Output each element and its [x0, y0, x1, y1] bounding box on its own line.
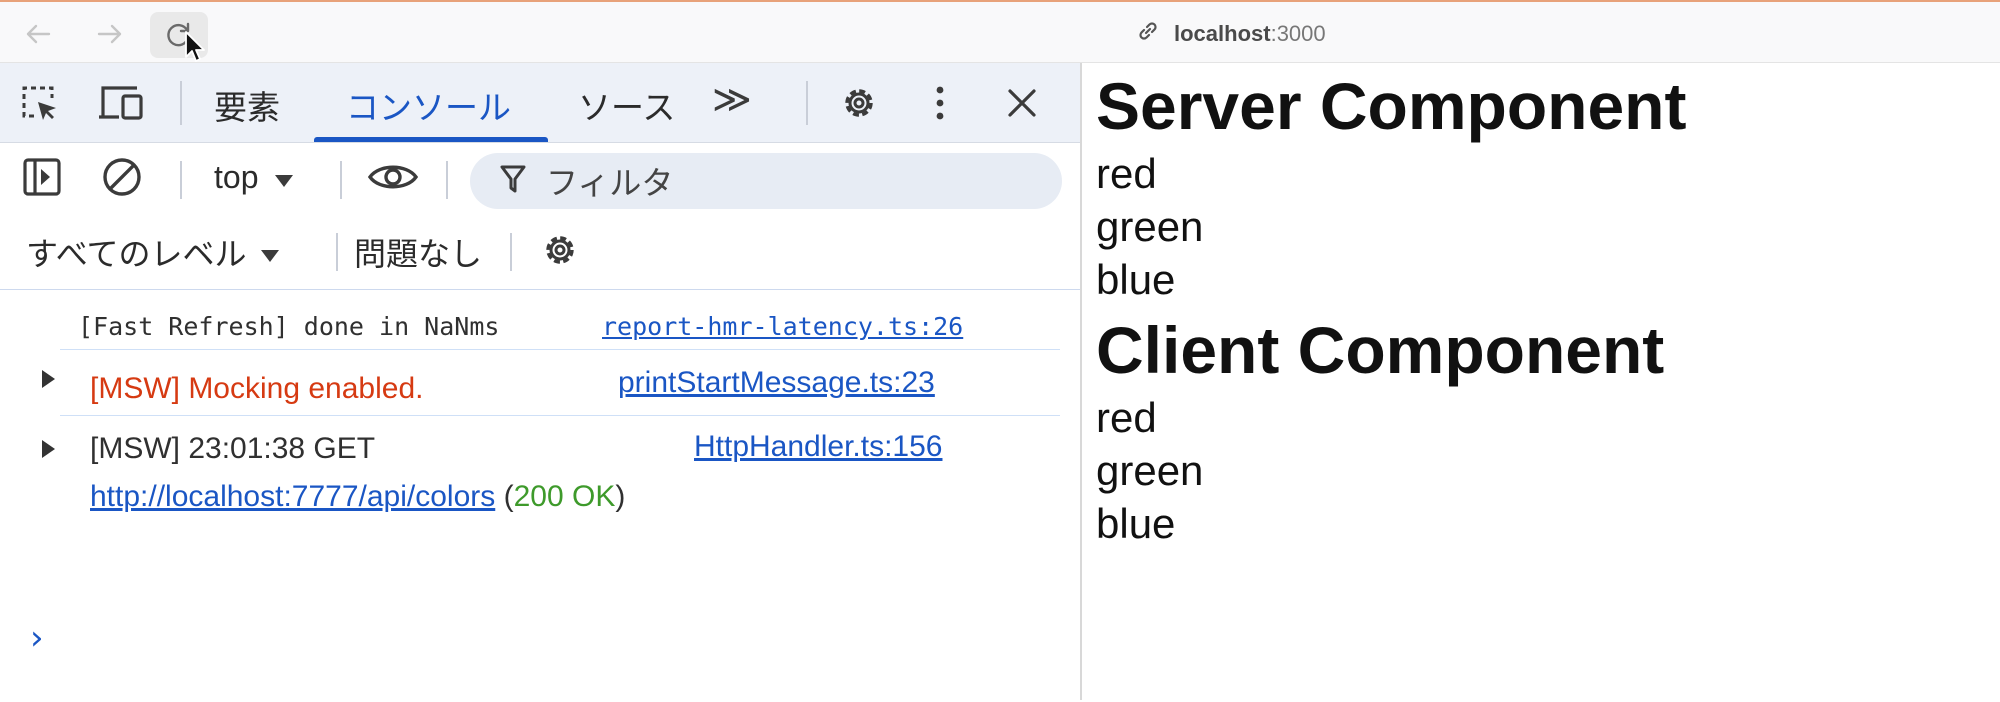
console-message: [MSW] Mocking enabled. printStartMessage… — [60, 350, 1060, 416]
toolbar-divider — [180, 161, 182, 199]
tab-elements[interactable]: 要素 — [214, 81, 280, 129]
forward-button[interactable] — [80, 10, 140, 58]
kebab-menu-icon — [935, 85, 945, 126]
filter-input[interactable]: フィルタ — [470, 153, 1062, 209]
chevron-double-right-icon[interactable]: ≫ — [712, 77, 752, 121]
toolbar-divider — [510, 233, 512, 271]
address-bar[interactable]: localhost:3000 — [1136, 16, 1326, 52]
toolbar-divider — [336, 233, 338, 271]
console-settings-button[interactable] — [536, 229, 584, 275]
tab-divider — [806, 81, 808, 125]
settings-button[interactable] — [836, 83, 882, 127]
request-url-link[interactable]: http://localhost:7777/api/colors — [90, 480, 495, 513]
issues-counter[interactable]: 問題なし — [354, 229, 482, 275]
console-message: [Fast Refresh] done in NaNms report-hmr-… — [60, 290, 1060, 350]
inspect-element-icon — [18, 82, 58, 127]
more-options-button[interactable] — [920, 83, 960, 127]
server-list-item: red — [1096, 150, 1157, 197]
back-button[interactable] — [8, 10, 68, 58]
console-message-request: http://localhost:7777/api/colors (200 OK… — [90, 480, 625, 514]
clear-console-icon — [101, 156, 143, 203]
filter-funnel-icon — [500, 164, 526, 199]
gear-icon — [838, 82, 880, 129]
filter-placeholder: フィルタ — [546, 164, 674, 202]
toolbar-divider — [340, 161, 342, 199]
console-message-text: [MSW] 23:01:38 GET — [90, 432, 376, 465]
toolbar-divider — [446, 161, 448, 199]
browser-toolbar: localhost:3000 — [0, 2, 2000, 63]
sidebar-toggle-icon — [22, 157, 62, 202]
expand-triangle-icon[interactable] — [42, 440, 55, 458]
close-icon — [1007, 88, 1037, 123]
forward-arrow-icon — [97, 23, 123, 45]
dropdown-triangle-icon — [274, 159, 294, 196]
console-message: [MSW] 23:01:38 GET HttpHandler.ts:156 ht… — [60, 416, 1060, 526]
source-link[interactable]: HttpHandler.ts:156 — [694, 430, 942, 464]
context-selector[interactable]: top — [214, 159, 294, 196]
device-toolbar-icon — [97, 84, 145, 125]
tab-sources[interactable]: ソース — [578, 81, 675, 129]
tab-divider — [180, 81, 182, 125]
console-message-text: [MSW] Mocking enabled. — [90, 372, 424, 405]
context-label: top — [214, 159, 259, 195]
gear-icon — [539, 229, 581, 276]
link-icon — [1136, 19, 1160, 49]
live-expression-button[interactable] — [366, 159, 420, 199]
client-list-item: green — [1096, 447, 1204, 494]
tab-console[interactable]: コンソール — [346, 81, 511, 129]
page-viewport: Server Component red green blue Client C… — [1082, 63, 2000, 700]
devtools-tab-bar: 要素 コンソール ソース ≫ — [0, 63, 1080, 143]
expand-triangle-icon[interactable] — [42, 370, 55, 388]
client-list-item: red — [1096, 394, 1157, 441]
console-level-bar: すべてのレベル 問題なし — [0, 215, 1080, 290]
device-toolbar-button[interactable] — [96, 83, 146, 125]
active-tab-indicator — [314, 137, 548, 142]
server-component-heading: Server Component — [1096, 69, 1687, 143]
paren-open: ( — [503, 480, 514, 513]
close-devtools-button[interactable] — [1000, 83, 1044, 127]
sidebar-toggle-button[interactable] — [18, 157, 66, 201]
dropdown-triangle-icon — [260, 233, 280, 271]
server-list-item: green — [1096, 203, 1204, 250]
address-port: :3000 — [1270, 21, 1326, 46]
eye-icon — [367, 160, 419, 199]
console-message-text: [Fast Refresh] done in NaNms — [78, 312, 500, 341]
status-ok-text: 200 OK — [513, 480, 616, 513]
console-output: [Fast Refresh] done in NaNms report-hmr-… — [0, 290, 1080, 700]
devtools-panel: 要素 コンソール ソース ≫ top フィルタ すべてのレベル 問題なし [Fa… — [0, 63, 1082, 700]
client-list-item: blue — [1096, 500, 1176, 547]
console-prompt[interactable]: › — [30, 618, 44, 658]
server-list-item: blue — [1096, 256, 1176, 303]
clear-console-button[interactable] — [98, 157, 146, 201]
source-link[interactable]: report-hmr-latency.ts:26 — [602, 312, 963, 341]
log-levels-dropdown[interactable]: すべてのレベル — [26, 229, 280, 275]
log-levels-label: すべてのレベル — [26, 235, 247, 273]
address-host: localhost — [1174, 21, 1271, 46]
source-link[interactable]: printStartMessage.ts:23 — [618, 366, 935, 400]
inspect-element-button[interactable] — [16, 83, 60, 125]
back-arrow-icon — [25, 23, 51, 45]
client-component-heading: Client Component — [1096, 313, 1665, 387]
paren-close: ) — [615, 480, 626, 513]
